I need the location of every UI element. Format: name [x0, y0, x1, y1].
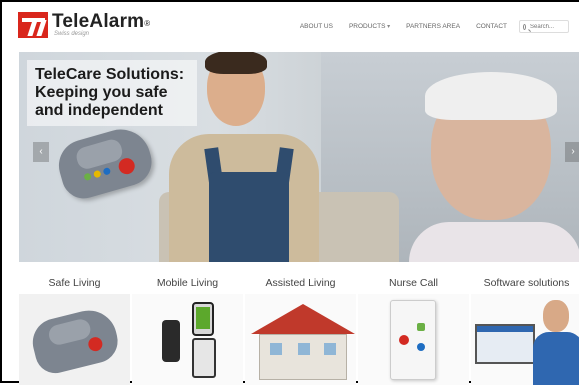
category-label: Safe Living	[48, 277, 101, 289]
nav-partners-area[interactable]: PARTNERS AREA	[406, 23, 460, 30]
chevron-down-icon: ▾	[385, 24, 391, 30]
slider-prev-arrow-icon[interactable]: ‹	[33, 142, 49, 162]
slider-next-arrow-icon[interactable]: ›	[565, 142, 579, 162]
hero-elderly-man-image	[409, 52, 579, 262]
category-software-solutions[interactable]: Software solutions	[471, 272, 579, 385]
nurse-call-image	[358, 294, 469, 385]
category-label: Nurse Call	[388, 277, 438, 289]
site-header: TeleAlarm® Swiss design ABOUT US PRODUCT…	[10, 10, 579, 46]
search-input[interactable]	[530, 23, 568, 30]
category-nurse-call[interactable]: Nurse Call	[358, 272, 469, 385]
nav-products[interactable]: PRODUCTS ▾	[349, 23, 390, 30]
search-icon	[523, 23, 526, 30]
category-mobile-living[interactable]: Mobile Living	[132, 272, 243, 385]
nav-about-us[interactable]: ABOUT US	[300, 23, 333, 30]
category-row: Safe Living Mobile Living Assisted Livin…	[19, 272, 579, 385]
telealarm-logo-icon	[18, 12, 48, 38]
main-nav: ABOUT US PRODUCTS ▾ PARTNERS AREA CONTAC…	[284, 20, 569, 33]
software-solutions-image	[471, 294, 579, 385]
hero-headline: TeleCare Solutions: Keeping you safe and…	[27, 60, 197, 126]
mobile-living-image	[132, 294, 243, 385]
hero-alarm-device-image	[52, 122, 158, 204]
category-label: Assisted Living	[265, 277, 336, 289]
search-box[interactable]	[519, 20, 569, 33]
safe-living-image	[19, 294, 130, 385]
logo[interactable]: TeleAlarm® Swiss design	[18, 12, 150, 38]
nav-contact[interactable]: CONTACT	[476, 23, 507, 30]
category-label: Software solutions	[483, 277, 570, 289]
category-label: Mobile Living	[156, 277, 219, 289]
hero-slider: TeleCare Solutions: Keeping you safe and…	[19, 52, 579, 262]
category-assisted-living[interactable]: Assisted Living	[245, 272, 356, 385]
assisted-living-image	[245, 294, 356, 385]
logo-name: TeleAlarm®	[52, 11, 151, 32]
page-frame: TeleAlarm® Swiss design ABOUT US PRODUCT…	[0, 0, 579, 385]
category-safe-living[interactable]: Safe Living	[19, 272, 130, 385]
